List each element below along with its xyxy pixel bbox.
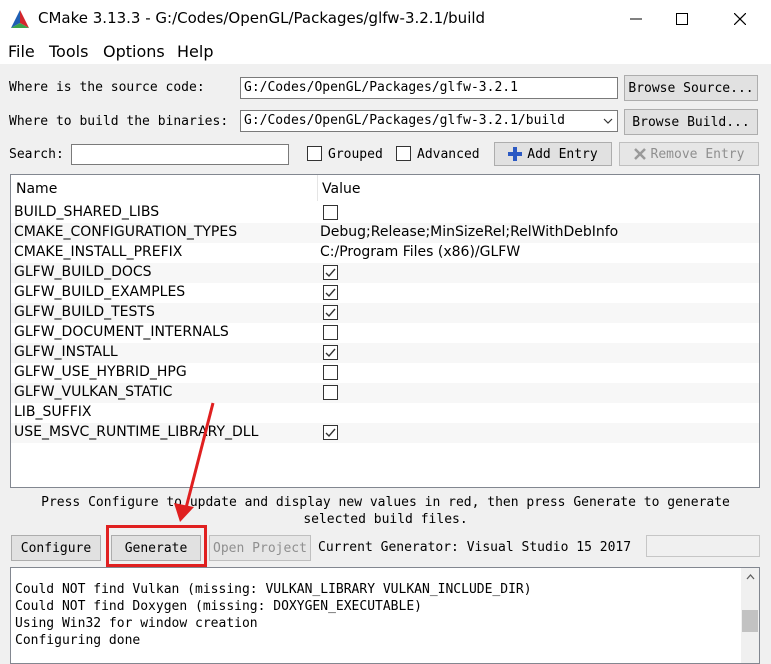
menu-bar: File Tools Options Help — [0, 38, 771, 64]
build-path-combobox[interactable]: G:/Codes/OpenGL/Packages/glfw-3.2.1/buil… — [240, 110, 618, 132]
row-name: CMAKE_INSTALL_PREFIX — [14, 244, 183, 260]
table-row[interactable]: CMAKE_INSTALL_PREFIX C:/Program Files (x8… — [11, 243, 759, 263]
build-path-value: G:/Codes/OpenGL/Packages/glfw-3.2.1/buil… — [244, 113, 565, 128]
maximize-button[interactable] — [658, 0, 706, 38]
advanced-label: Advanced — [417, 147, 480, 162]
row-checkbox[interactable] — [323, 285, 338, 300]
row-name: GLFW_VULKAN_STATIC — [14, 384, 173, 400]
column-header-name[interactable]: Name — [16, 181, 57, 197]
menu-options[interactable]: Options — [103, 42, 165, 61]
cache-table[interactable]: Name Value BUILD_SHARED_LIBS CMAKE_CONFIG… — [10, 174, 760, 488]
row-value[interactable]: Debug;Release;MinSizeRel;RelWithDebInfo — [320, 224, 618, 240]
table-row[interactable]: GLFW_USE_HYBRID_HPG — [11, 363, 759, 383]
row-name: GLFW_BUILD_EXAMPLES — [14, 284, 186, 300]
add-entry-button[interactable]: Add Entry — [494, 142, 612, 166]
menu-tools[interactable]: Tools — [49, 42, 88, 61]
source-path-input[interactable]: G:/Codes/OpenGL/Packages/glfw-3.2.1 — [240, 77, 618, 99]
table-row[interactable]: GLFW_INSTALL — [11, 343, 759, 363]
maximize-icon — [676, 13, 688, 25]
grouped-checkbox[interactable] — [307, 146, 322, 161]
table-row[interactable]: USE_MSVC_RUNTIME_LIBRARY_DLL — [11, 423, 759, 443]
configure-button[interactable]: Configure — [11, 535, 101, 561]
checkmark-icon — [325, 308, 336, 318]
row-name: CMAKE_CONFIGURATION_TYPES — [14, 224, 238, 240]
row-name: GLFW_INSTALL — [14, 344, 118, 360]
search-input[interactable] — [71, 144, 289, 165]
minimize-button[interactable] — [612, 0, 660, 38]
window-title: CMake 3.13.3 - G:/Codes/OpenGL/Packages/… — [38, 9, 486, 27]
table-row[interactable]: GLFW_DOCUMENT_INTERNALS — [11, 323, 759, 343]
scroll-up-button[interactable] — [741, 568, 759, 586]
cmake-logo-icon — [11, 10, 29, 28]
log-line: Configuring done — [15, 633, 141, 648]
log-line: Using Win32 for window creation — [15, 616, 258, 631]
chevron-down-icon[interactable] — [603, 118, 613, 125]
table-row[interactable]: LIB_SUFFIX — [11, 403, 759, 423]
table-row[interactable]: GLFW_BUILD_TESTS — [11, 303, 759, 323]
plus-icon — [508, 147, 523, 161]
browse-source-button[interactable]: Browse Source... — [624, 75, 758, 101]
row-checkbox[interactable] — [323, 345, 338, 360]
title-bar[interactable]: CMake 3.13.3 - G:/Codes/OpenGL/Packages/… — [0, 0, 771, 38]
checkmark-icon — [325, 288, 336, 298]
generator-field — [646, 535, 760, 557]
row-name: GLFW_DOCUMENT_INTERNALS — [14, 324, 229, 340]
scroll-thumb[interactable] — [742, 610, 758, 632]
row-checkbox[interactable] — [323, 305, 338, 320]
build-label: Where to build the binaries: — [9, 114, 229, 129]
row-name: USE_MSVC_RUNTIME_LIBRARY_DLL — [14, 424, 259, 440]
table-row[interactable]: BUILD_SHARED_LIBS — [11, 203, 759, 223]
column-header-value[interactable]: Value — [322, 181, 360, 197]
source-label: Where is the source code: — [9, 80, 205, 95]
log-scrollbar[interactable] — [741, 568, 759, 663]
close-icon — [734, 13, 746, 25]
open-project-button[interactable]: Open Project — [209, 535, 311, 561]
table-row[interactable]: GLFW_VULKAN_STATIC — [11, 383, 759, 403]
row-name: GLFW_USE_HYBRID_HPG — [14, 364, 187, 380]
x-icon — [633, 148, 646, 160]
add-entry-label: Add Entry — [527, 146, 598, 162]
table-row[interactable]: CMAKE_CONFIGURATION_TYPES Debug;Release;M… — [11, 223, 759, 243]
log-line: Could NOT find Vulkan (missing: VULKAN_L… — [15, 582, 532, 597]
remove-entry-button[interactable]: Remove Entry — [619, 142, 759, 166]
menu-file[interactable]: File — [8, 42, 35, 61]
row-name: GLFW_BUILD_TESTS — [14, 304, 155, 320]
chevron-up-icon — [746, 574, 754, 580]
column-divider[interactable] — [317, 175, 318, 201]
checkmark-icon — [325, 348, 336, 358]
row-checkbox[interactable] — [323, 425, 338, 440]
minimize-icon — [630, 18, 642, 20]
row-name: GLFW_BUILD_DOCS — [14, 264, 152, 280]
checkmark-icon — [325, 268, 336, 278]
row-checkbox[interactable] — [323, 205, 338, 220]
search-label: Search: — [9, 147, 64, 162]
row-name: BUILD_SHARED_LIBS — [14, 204, 160, 220]
table-row[interactable]: GLFW_BUILD_DOCS — [11, 263, 759, 283]
current-generator-label: Current Generator: Visual Studio 15 2017 — [318, 540, 632, 555]
remove-entry-label: Remove Entry — [650, 146, 745, 162]
checkmark-icon — [325, 428, 336, 438]
row-checkbox[interactable] — [323, 325, 338, 340]
output-log[interactable]: Could NOT find Vulkan (missing: VULKAN_L… — [10, 567, 760, 664]
generate-highlight-box — [106, 525, 207, 567]
advanced-checkbox[interactable] — [396, 146, 411, 161]
row-name: LIB_SUFFIX — [14, 404, 92, 420]
menu-help[interactable]: Help — [177, 42, 213, 61]
table-row[interactable]: GLFW_BUILD_EXAMPLES — [11, 283, 759, 303]
row-checkbox[interactable] — [323, 385, 338, 400]
close-button[interactable] — [716, 0, 764, 38]
grouped-label: Grouped — [328, 147, 383, 162]
browse-build-button[interactable]: Browse Build... — [624, 109, 758, 135]
row-checkbox[interactable] — [323, 265, 338, 280]
row-value[interactable]: C:/Program Files (x86)/GLFW — [320, 244, 520, 260]
row-checkbox[interactable] — [323, 365, 338, 380]
log-line: Could NOT find Doxygen (missing: DOXYGEN… — [15, 599, 422, 614]
hint-line-1: Press Configure to update and display ne… — [41, 495, 730, 510]
